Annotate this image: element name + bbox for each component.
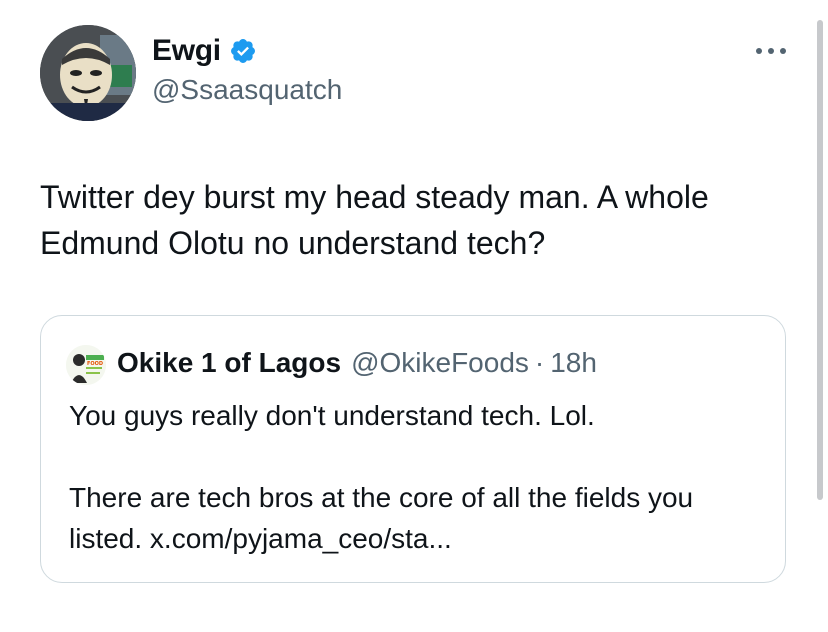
quoted-tweet-text: You guys really don't understand tech. L… <box>69 395 769 559</box>
scrollbar[interactable] <box>817 20 823 500</box>
quoted-timestamp[interactable]: 18h <box>550 347 597 379</box>
quoted-author-name[interactable]: Okike 1 of Lagos <box>117 347 341 379</box>
author-avatar[interactable] <box>40 25 136 121</box>
okike-avatar-image: FOOD <box>66 345 106 385</box>
author-handle[interactable]: @Ssaasquatch <box>152 74 342 106</box>
more-dot <box>768 48 774 54</box>
quoted-author-handle[interactable]: @OkikeFoods <box>351 347 529 379</box>
quoted-author-avatar[interactable]: FOOD <box>66 345 106 385</box>
more-dot <box>780 48 786 54</box>
author-name[interactable]: Ewgi <box>152 34 221 68</box>
mask-avatar-image <box>40 25 136 121</box>
tweet-text: Twitter dey burst my head steady man. A … <box>40 179 709 261</box>
quoted-text-line-1: You guys really don't understand tech. L… <box>69 400 595 431</box>
quoted-text-line-2: There are tech bros at the core of all t… <box>69 482 694 554</box>
separator-dot: · <box>534 347 545 378</box>
quoted-header: Okike 1 of Lagos @OkikeFoods · 18h <box>117 347 597 379</box>
more-options-icon[interactable] <box>756 44 786 58</box>
quoted-tweet-card[interactable]: FOOD Okike 1 of Lagos @OkikeFoods · 18h … <box>40 315 786 583</box>
more-dot <box>756 48 762 54</box>
author-name-row: Ewgi <box>152 34 257 68</box>
avatar-logo-text: FOOD <box>87 361 103 367</box>
verified-badge-icon <box>230 39 255 63</box>
